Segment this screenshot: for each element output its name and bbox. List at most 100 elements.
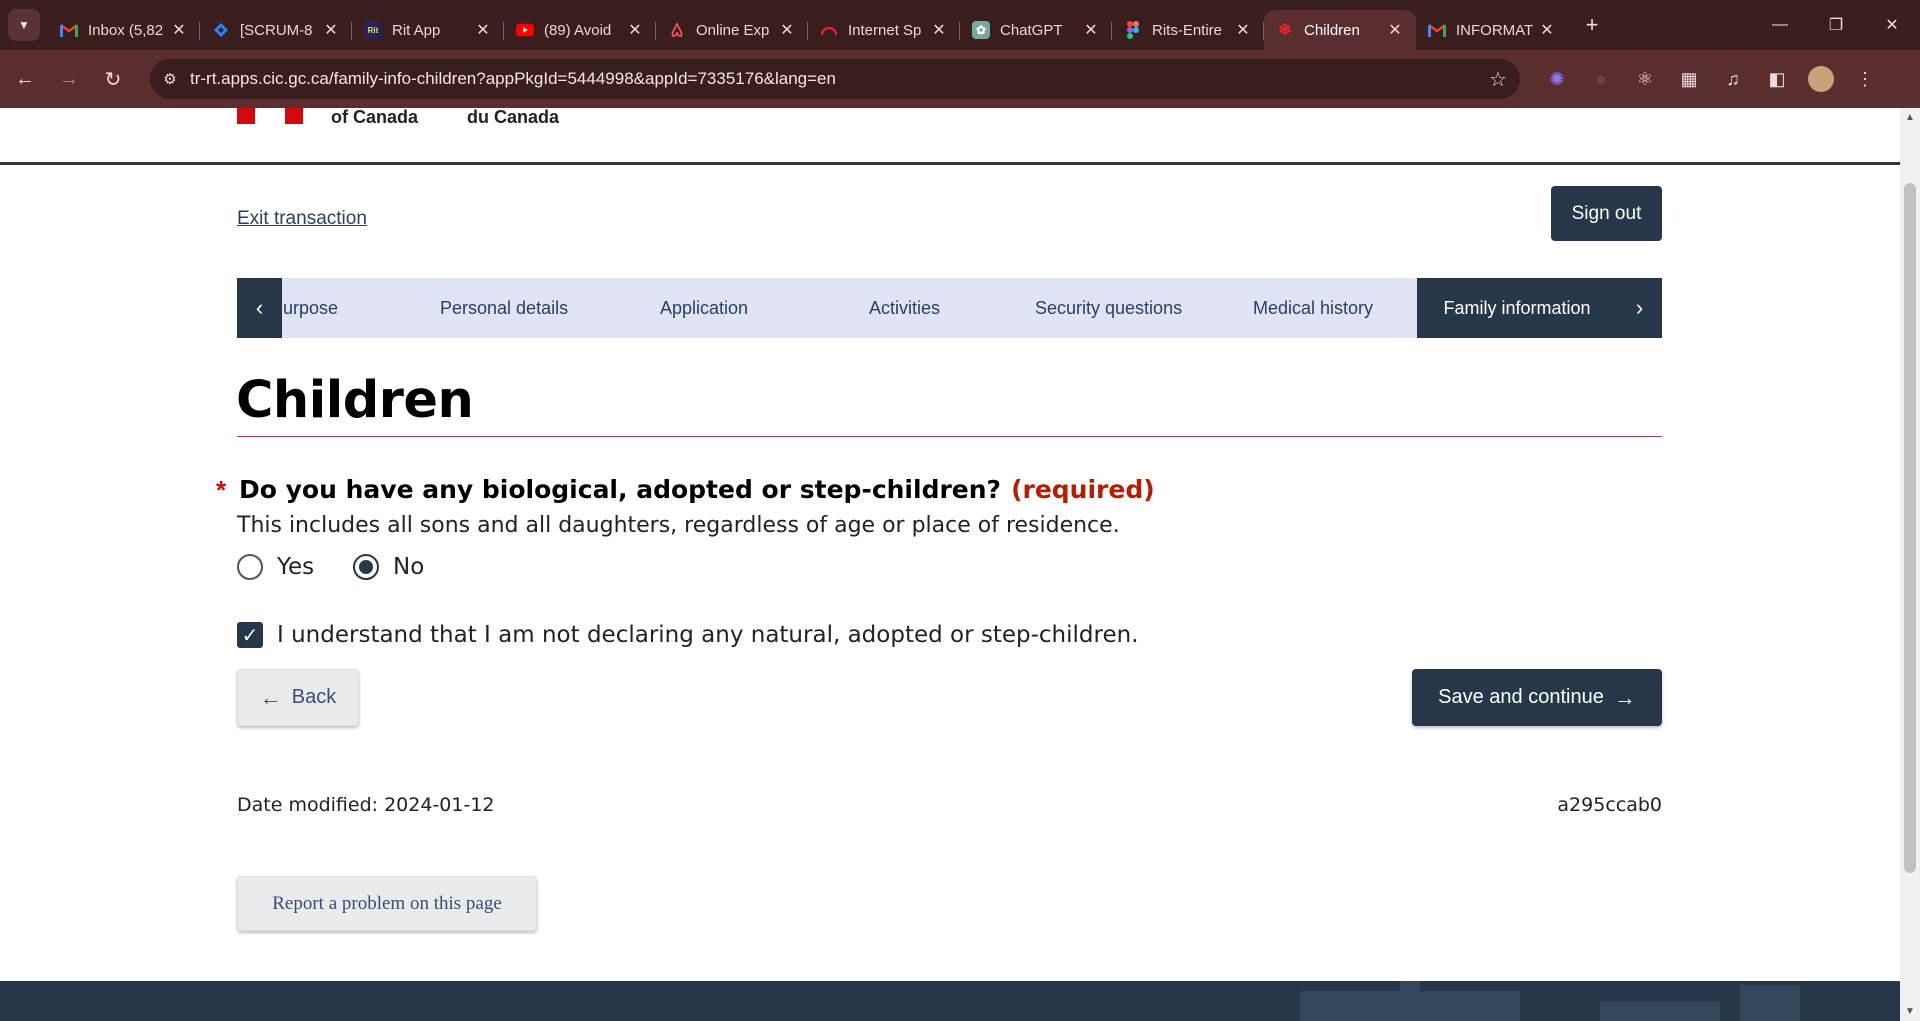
airbnb-icon <box>668 21 686 39</box>
close-icon[interactable]: ✕ <box>930 20 948 40</box>
tab-strip: Inbox (5,82 ✕ [SCRUM-8 ✕ Rit Rit App ✕ (… <box>48 0 1568 50</box>
browser-tab[interactable]: [SCRUM-8 ✕ <box>200 10 352 50</box>
close-icon[interactable]: ✕ <box>322 20 340 40</box>
scrollbar-thumb[interactable] <box>1904 183 1916 873</box>
figma-icon <box>1124 21 1142 39</box>
close-icon[interactable]: ✕ <box>474 20 492 40</box>
scroll-down-icon[interactable]: ▼ <box>1900 1006 1920 1017</box>
tab-title: [SCRUM-8 <box>240 21 313 39</box>
tab-title: (89) Avoid <box>544 21 612 39</box>
browser-tab-active[interactable]: ❄ Children ✕ <box>1264 10 1416 50</box>
browser-tab[interactable]: Rit Rit App ✕ <box>352 10 504 50</box>
media-icon[interactable]: ♫ <box>1711 59 1755 99</box>
close-icon[interactable]: ✕ <box>1386 20 1404 40</box>
exit-transaction-link[interactable]: Exit transaction <box>237 208 367 230</box>
close-icon[interactable]: ✕ <box>778 20 796 40</box>
close-icon[interactable]: ✕ <box>1082 20 1100 40</box>
step-family-information[interactable]: Family information <box>1417 278 1617 338</box>
tab-title: Rits-Entire <box>1152 21 1223 39</box>
avatar[interactable] <box>1808 66 1834 92</box>
puzzle-icon[interactable]: ▦ <box>1667 59 1711 99</box>
chevron-left-icon[interactable]: ‹ <box>237 278 282 338</box>
browser-tab[interactable]: Online Exp ✕ <box>656 10 808 50</box>
side-panel-icon[interactable]: ◧ <box>1755 59 1799 99</box>
back-button-label: Back <box>291 686 337 708</box>
site-settings-icon[interactable]: ⚙ <box>150 70 190 88</box>
close-icon[interactable]: ✕ <box>170 20 188 40</box>
save-and-continue-button[interactable]: Save and continue → <box>1412 669 1662 726</box>
question-label: Do you have any biological, adopted or s… <box>239 475 1155 504</box>
chatgpt-icon: ✿ <box>972 21 990 39</box>
browser-tab[interactable]: INFORMAT ✕ <box>1416 10 1568 50</box>
browser-tab-bar: ▼ Inbox (5,82 ✕ [SCRUM-8 ✕ Rit Rit App ✕… <box>0 0 1920 50</box>
address-bar[interactable]: ⚙ tr-rt.apps.cic.gc.ca/family-info-child… <box>150 59 1520 99</box>
close-icon[interactable]: ✕ <box>1234 20 1252 40</box>
checkmark-icon[interactable]: ✓ <box>237 622 263 648</box>
browser-tab[interactable]: Rits-Entire ✕ <box>1112 10 1264 50</box>
bookmark-star-icon[interactable]: ☆ <box>1476 67 1520 92</box>
tab-title: Inbox (5,82 <box>88 21 164 39</box>
extension-icon[interactable]: ● <box>1579 59 1623 99</box>
site-footer <box>0 981 1900 1021</box>
confirm-checkbox[interactable]: ✓ I understand that I am not declaring a… <box>237 622 1139 648</box>
checkbox-label: I understand that I am not declaring any… <box>277 622 1139 648</box>
radio-no[interactable]: No <box>353 554 424 580</box>
tab-title: Children <box>1304 21 1360 39</box>
new-tab-button[interactable]: + <box>1576 9 1608 41</box>
jira-icon <box>212 21 230 39</box>
arrow-right-icon: → <box>1613 684 1636 710</box>
back-button[interactable]: ← Back <box>237 669 359 726</box>
tab-title: Rit App <box>392 21 441 39</box>
close-icon[interactable]: ✕ <box>626 20 644 40</box>
step-security-questions[interactable]: Security questions <box>1035 278 1182 338</box>
step-activities[interactable]: Activities <box>869 278 940 338</box>
step-purpose[interactable]: urpose <box>283 278 338 338</box>
browser-tab[interactable]: ✿ ChatGPT ✕ <box>960 10 1112 50</box>
tab-search-button[interactable]: ▼ <box>8 9 40 41</box>
sign-out-button[interactable]: Sign out <box>1551 186 1662 241</box>
gmail-icon <box>60 21 78 39</box>
reload-icon[interactable]: ↻ <box>94 60 132 98</box>
step-personal-details[interactable]: Personal details <box>440 278 568 338</box>
react-icon[interactable]: ⚛ <box>1623 59 1667 99</box>
forward-nav-icon[interactable]: → <box>50 60 88 98</box>
close-icon[interactable]: ✕ <box>1538 20 1556 40</box>
title-underline <box>237 436 1662 437</box>
radio-yes[interactable]: Yes <box>237 554 314 580</box>
tab-title: INFORMAT <box>1456 21 1534 39</box>
step-application[interactable]: Application <box>660 278 748 338</box>
radio-circle[interactable] <box>237 554 263 580</box>
gov-wordmark-fr: du Canada <box>467 108 560 127</box>
building-silhouette <box>1740 985 1800 1021</box>
gov-wordmark-en: of Canada <box>331 108 419 127</box>
url-text[interactable]: tr-rt.apps.cic.gc.ca/family-info-childre… <box>190 69 1476 89</box>
browser-tab[interactable]: (89) Avoid ✕ <box>504 10 656 50</box>
browser-tab[interactable]: Inbox (5,82 ✕ <box>48 10 200 50</box>
report-problem-button[interactable]: Report a problem on this page <box>237 876 537 931</box>
rit-icon: Rit <box>364 21 382 39</box>
chevron-right-icon[interactable]: › <box>1617 278 1662 338</box>
step-medical-history[interactable]: Medical history <box>1253 278 1373 338</box>
tab-title: ChatGPT <box>1000 21 1063 39</box>
close-window-icon[interactable]: ✕ <box>1864 0 1920 50</box>
building-silhouette <box>1600 1001 1720 1021</box>
browser-toolbar: ← → ↻ ⚙ tr-rt.apps.cic.gc.ca/family-info… <box>0 50 1920 108</box>
progress-stepper: ‹ urpose Personal details Application Ac… <box>237 278 1662 338</box>
radio-label: No <box>393 554 425 580</box>
question-text: Do you have any biological, adopted or s… <box>239 475 1002 504</box>
canada-flag-icon <box>285 108 303 124</box>
scroll-up-icon[interactable]: ▲ <box>1900 112 1920 123</box>
tab-title: Internet Sp <box>848 21 922 39</box>
minimize-icon[interactable]: — <box>1752 0 1808 50</box>
radio-label: Yes <box>277 554 315 580</box>
restore-icon[interactable]: ❐ <box>1808 0 1864 50</box>
browser-tab[interactable]: Internet Sp ✕ <box>808 10 960 50</box>
page-scrollbar[interactable]: ▲ ▼ <box>1900 108 1920 1021</box>
plus-icon: + <box>1585 12 1599 37</box>
required-marker: * <box>216 475 227 505</box>
back-nav-icon[interactable]: ← <box>6 60 44 98</box>
menu-kebab-icon[interactable]: ⋮ <box>1843 59 1887 99</box>
save-button-label: Save and continue <box>1438 686 1604 708</box>
extension-icon[interactable]: ✺ <box>1535 59 1579 99</box>
radio-circle-selected[interactable] <box>353 554 379 580</box>
